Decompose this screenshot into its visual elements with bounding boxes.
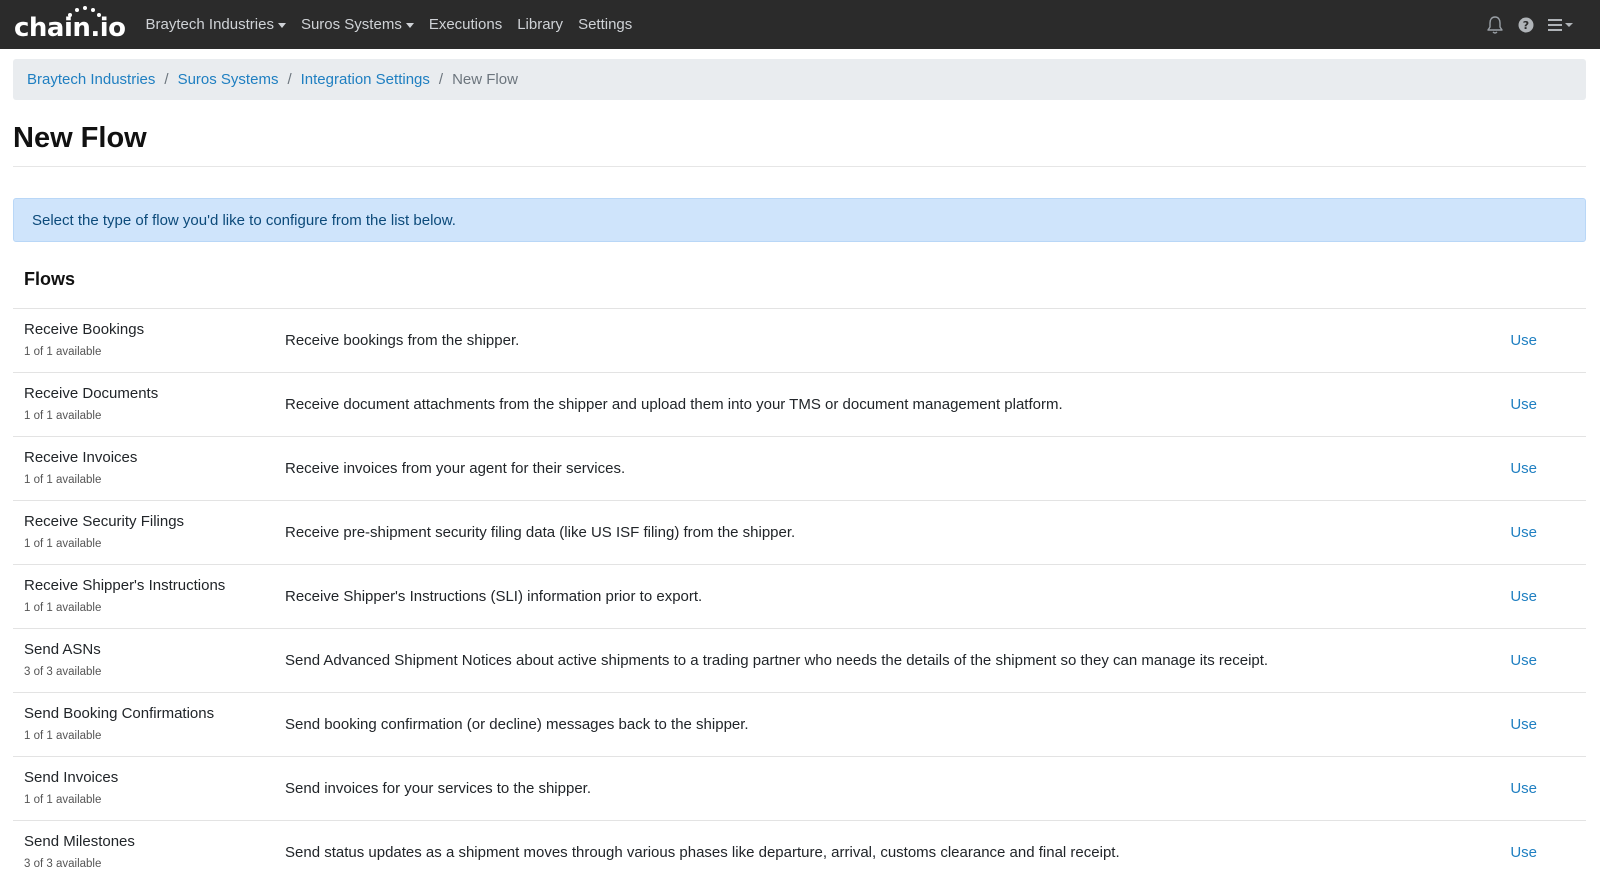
use-flow-link[interactable]: Use [1510,460,1537,477]
nav-item-label: Suros Systems [300,16,402,33]
nav-item-label: Library [517,16,564,33]
flow-name: Send Invoices [24,769,119,786]
flow-description: Send Advanced Shipment Notices about act… [285,652,1269,669]
nav-item-label: Executions [428,16,503,33]
info-alert: Select the type of flow you'd like to co… [13,198,1586,242]
flow-name: Send Milestones [24,833,135,850]
nav-item-settings[interactable]: Settings [578,16,632,33]
use-flow-link[interactable]: Use [1510,780,1537,797]
help-icon[interactable]: ? [1518,17,1534,33]
nav-item-label: Braytech Industries [145,16,274,33]
table-row: Receive Shipper's Instructions 1 of 1 av… [13,564,1586,628]
app-frame: chain.io Braytech Industries Suros Syste… [0,0,1600,895]
breadcrumb-link-suros-systems[interactable]: Suros Systems [178,71,279,88]
hamburger-menu-icon[interactable] [1548,18,1574,32]
flow-name: Send ASNs [24,641,101,658]
flow-availability: 1 of 1 available [24,602,102,614]
svg-text:?: ? [1523,19,1529,32]
flow-description: Send status updates as a shipment moves … [285,844,1120,861]
flow-availability: 3 of 3 available [24,666,102,678]
brand-logo[interactable]: chain.io [14,5,126,41]
breadcrumb: Braytech Industries / Suros Systems / In… [13,59,1586,100]
bell-icon[interactable] [1486,15,1504,35]
flow-description: Receive invoices from your agent for the… [285,460,626,477]
caret-down-icon [405,22,414,28]
flow-availability: 1 of 1 available [24,538,102,550]
caret-down-icon [277,22,286,28]
use-flow-link[interactable]: Use [1510,524,1537,541]
page-title: New Flow [13,122,147,154]
flow-name: Receive Security Filings [24,513,185,530]
table-row: Send ASNs 3 of 3 available Send Advanced… [13,628,1586,692]
table-row: Send Invoices 1 of 1 available Send invo… [13,756,1586,820]
nav-item-suros-systems[interactable]: Suros Systems [301,16,414,33]
table-row: Send Milestones 3 of 3 available Send st… [13,820,1586,884]
flow-name: Send Booking Confirmations [24,705,215,722]
navbar-right-actions: ? [1486,0,1574,49]
use-flow-link[interactable]: Use [1510,588,1537,605]
breadcrumb-separator: / [287,71,292,88]
use-flow-link[interactable]: Use [1510,396,1537,413]
flow-description: Send invoices for your services to the s… [285,780,591,797]
flow-name: Receive Invoices [24,449,138,466]
flow-description: Receive Shipper's Instructions (SLI) inf… [285,588,703,605]
info-alert-text: Select the type of flow you'd like to co… [32,211,456,229]
flow-availability: 3 of 3 available [24,858,102,870]
flow-description: Receive document attachments from the sh… [285,396,1063,413]
use-flow-link[interactable]: Use [1510,652,1537,669]
breadcrumb-link-integration-settings[interactable]: Integration Settings [301,71,430,88]
flow-availability: 1 of 1 available [24,730,102,742]
flow-availability: 1 of 1 available [24,346,102,358]
table-row: Send Booking Confirmations 1 of 1 availa… [13,692,1586,756]
logo-dots-icon [68,5,101,17]
flow-name: Receive Documents [24,385,159,402]
nav-item-executions[interactable]: Executions [429,16,502,33]
nav-item-library[interactable]: Library [517,16,563,33]
breadcrumb-separator: / [164,71,169,88]
flow-description: Receive bookings from the shipper. [285,332,520,349]
breadcrumb-link-braytech-industries[interactable]: Braytech Industries [27,71,155,88]
table-row: Receive Documents 1 of 1 available Recei… [13,372,1586,436]
flow-availability: 1 of 1 available [24,474,102,486]
flow-description: Send booking confirmation (or decline) m… [285,716,749,733]
flow-description: Receive pre-shipment security filing dat… [285,524,796,541]
title-divider [13,166,1586,167]
flow-name: Receive Bookings [24,321,145,338]
flow-availability: 1 of 1 available [24,410,102,422]
breadcrumb-separator: / [438,71,444,88]
top-navbar: chain.io Braytech Industries Suros Syste… [0,0,1600,49]
table-row: Receive Bookings 1 of 1 available Receiv… [13,308,1586,372]
use-flow-link[interactable]: Use [1510,844,1537,861]
flows-table: Receive Bookings 1 of 1 available Receiv… [13,308,1586,884]
nav-item-braytech-industries[interactable]: Braytech Industries [146,16,286,33]
flow-name: Receive Shipper's Instructions [24,577,226,594]
use-flow-link[interactable]: Use [1510,332,1537,349]
flows-heading: Flows [24,269,76,289]
nav-item-label: Settings [578,16,633,33]
flow-availability: 1 of 1 available [24,794,102,806]
table-row: Receive Invoices 1 of 1 available Receiv… [13,436,1586,500]
use-flow-link[interactable]: Use [1510,716,1537,733]
breadcrumb-current: New Flow [452,71,518,88]
table-row: Receive Security Filings 1 of 1 availabl… [13,500,1586,564]
